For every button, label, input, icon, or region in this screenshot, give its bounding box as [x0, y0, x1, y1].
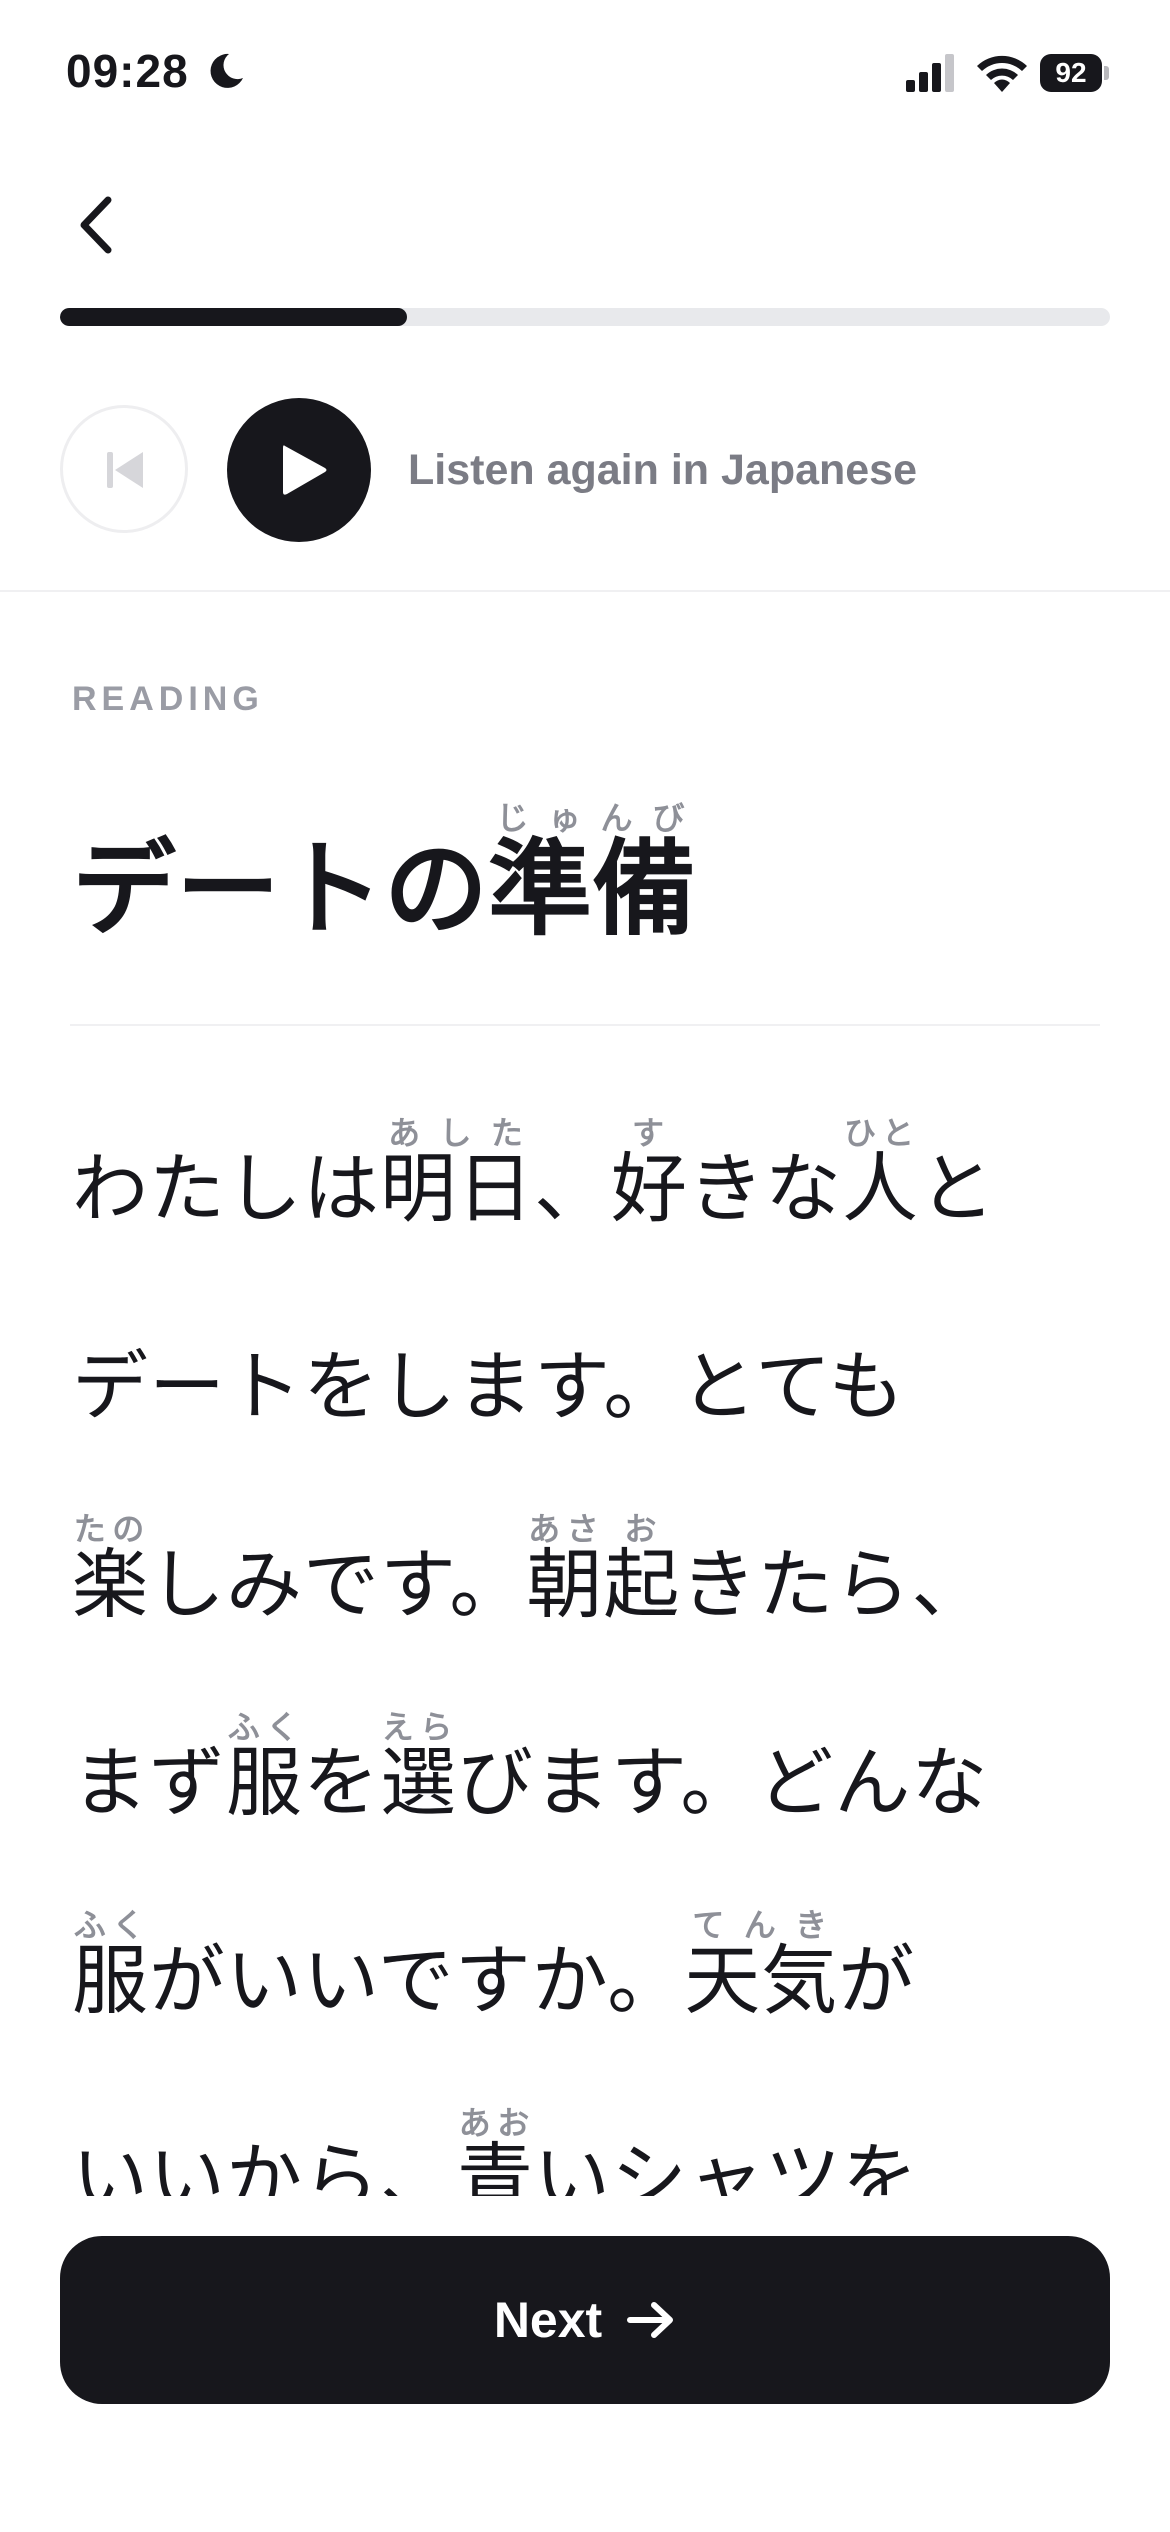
section-label: READING — [72, 680, 264, 718]
wifi-icon — [977, 55, 1027, 92]
lesson-progress-bar — [60, 308, 1110, 326]
title-kanji: 準備じゅんび — [488, 799, 697, 950]
furigana: あさ — [526, 1510, 604, 1548]
moon-icon — [210, 53, 243, 88]
chevron-left-icon — [80, 196, 112, 254]
passage-text: わたしは — [72, 1144, 380, 1233]
passage-text: デートをします。とても — [72, 1342, 906, 1431]
passage-text: いいから、 — [72, 2134, 457, 2196]
passage-line: まず服ふくを選えらびます。どんな — [72, 1684, 1112, 1882]
battery-icon: 92 — [1040, 54, 1110, 94]
kanji-with-furigana: 人ひと — [842, 1114, 919, 1233]
passage-text: が — [838, 1936, 916, 2025]
rewind-button[interactable] — [60, 405, 188, 533]
kanji-with-furigana: 楽たの — [72, 1510, 149, 1629]
passage-line: 楽たのしみです。朝あさ起おきたら、 — [72, 1486, 1112, 1684]
furigana: えら — [380, 1708, 457, 1746]
header-divider — [0, 590, 1170, 592]
furigana: す — [611, 1114, 688, 1152]
title-divider — [70, 1024, 1100, 1026]
progress-fill — [60, 308, 407, 326]
back-button[interactable] — [66, 190, 126, 260]
passage-text: と — [919, 1144, 996, 1233]
furigana: ふく — [72, 1906, 149, 1944]
kanji-with-furigana: 明日あした — [380, 1114, 534, 1233]
passage-line: わたしは明日あした、好すきな人ひとと — [72, 1090, 1112, 1288]
furigana: あお — [457, 2104, 534, 2142]
kanji-with-furigana: 天気てんき — [684, 1906, 839, 2025]
listen-again-label: Listen again in Japanese — [408, 446, 918, 494]
title-furigana: じゅんび — [488, 799, 697, 837]
passage-text: きな — [688, 1144, 842, 1233]
next-button[interactable]: Next — [60, 2236, 1110, 2404]
play-icon — [283, 445, 327, 495]
title-text: デートの — [72, 828, 489, 950]
reading-title: デートの準備じゅんび — [72, 799, 697, 959]
passage-text: びます。どんな — [457, 1738, 989, 1827]
furigana: たの — [72, 1510, 149, 1548]
kanji-with-furigana: 起お — [603, 1510, 681, 1629]
play-button[interactable] — [227, 398, 371, 542]
status-time: 09:28 — [66, 45, 189, 97]
next-label: Next — [493, 2292, 603, 2348]
passage-text: がいいですか。 — [149, 1936, 685, 2025]
kanji-with-furigana: 服ふく — [72, 1906, 149, 2025]
cellular-signal-icon — [906, 54, 954, 92]
reading-passage: わたしは明日あした、好すきな人ひととデートをします。とても楽たのしみです。朝あさ… — [72, 1090, 1112, 2196]
passage-text: まず — [72, 1738, 226, 1827]
passage-line: デートをします。とても — [72, 1288, 1112, 1486]
status-bar: 09:28 92 — [0, 0, 1170, 150]
kanji-with-furigana: 選えら — [380, 1708, 457, 1827]
passage-text: きたら、 — [680, 1540, 989, 1629]
kanji-with-furigana: 朝あさ — [526, 1510, 604, 1629]
furigana: ふく — [226, 1708, 303, 1746]
passage-text: 、 — [534, 1144, 611, 1233]
arrow-right-icon — [627, 2302, 674, 2338]
passage-text: いシャツを — [534, 2134, 919, 2196]
passage-line: いいから、青あおいシャツを — [72, 2080, 1112, 2196]
kanji-with-furigana: 好す — [611, 1114, 688, 1233]
battery-level: 92 — [1040, 54, 1102, 92]
furigana: お — [603, 1510, 681, 1548]
furigana: あした — [380, 1114, 534, 1152]
kanji-with-furigana: 服ふく — [226, 1708, 303, 1827]
furigana: ひと — [842, 1114, 919, 1152]
kanji-with-furigana: 青あお — [457, 2104, 534, 2196]
passage-text: しみです。 — [149, 1540, 527, 1629]
passage-text: を — [303, 1738, 380, 1827]
passage-line: 服ふくがいいですか。天気てんきが — [72, 1882, 1112, 2080]
furigana: てんき — [684, 1906, 839, 1944]
skip-back-icon — [107, 452, 143, 488]
